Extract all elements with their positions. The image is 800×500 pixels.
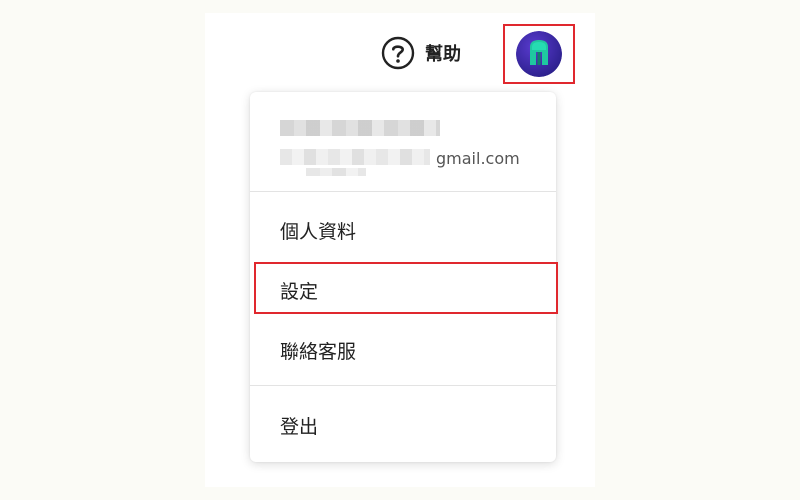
redacted-email	[280, 149, 430, 165]
menu-item-logout[interactable]: 登出	[280, 412, 318, 439]
menu-divider	[250, 191, 556, 192]
menu-item-profile[interactable]: 個人資料	[280, 217, 356, 244]
avatar-highlight-box	[503, 24, 575, 84]
redacted-email-residue	[306, 168, 366, 176]
menu-divider	[250, 385, 556, 386]
settings-highlight-box	[254, 262, 558, 314]
question-circle-icon	[381, 36, 415, 70]
redacted-username	[280, 120, 440, 136]
help-label: 幫助	[425, 44, 461, 65]
user-info: gmail.com	[250, 92, 556, 191]
email-suffix: gmail.com	[436, 149, 520, 168]
help-link[interactable]: 幫助	[381, 36, 461, 70]
menu-item-contact-support[interactable]: 聯絡客服	[280, 337, 356, 364]
helmet-avatar-icon[interactable]	[516, 31, 562, 77]
